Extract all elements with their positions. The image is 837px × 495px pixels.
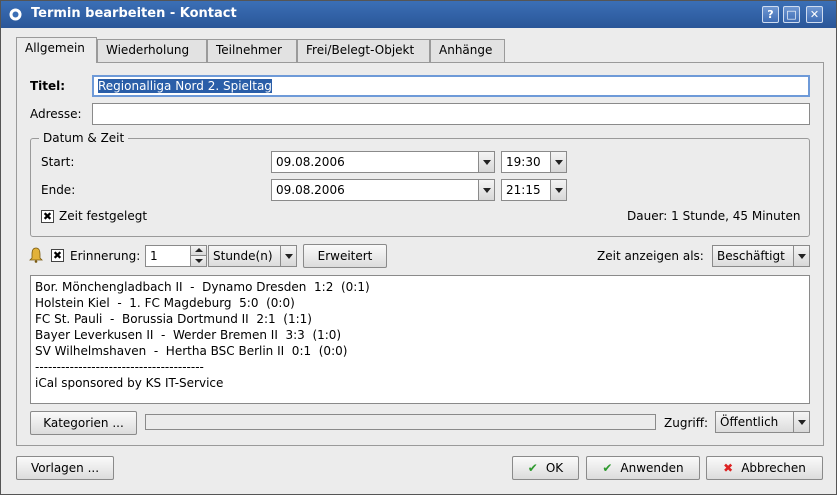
end-time-select[interactable]: 21:15 bbox=[501, 179, 567, 201]
description-line: --------------------------------------- bbox=[35, 360, 204, 374]
description-line: SV Wilhelmshaven - Hertha BSC Berlin II … bbox=[35, 344, 348, 358]
end-date-value: 09.08.2006 bbox=[276, 183, 345, 197]
kontact-app-icon bbox=[9, 8, 22, 21]
show-time-as-label: Zeit anzeigen als: bbox=[597, 249, 704, 263]
chevron-down-icon[interactable] bbox=[550, 180, 566, 200]
start-date-value: 09.08.2006 bbox=[276, 155, 345, 169]
description-line: iCal sponsored by KS IT-Service bbox=[35, 376, 224, 390]
description-textarea[interactable]: Bor. Mönchengladbach II - Dynamo Dresden… bbox=[30, 275, 810, 404]
access-value: Öffentlich bbox=[720, 415, 779, 429]
bell-icon bbox=[29, 247, 43, 263]
description-line: FC St. Pauli - Borussia Dortmund II 2:1 … bbox=[35, 312, 312, 326]
access-label: Zugriff: bbox=[664, 416, 709, 430]
title-label: Titel: bbox=[30, 79, 66, 93]
title-bar[interactable]: Termin bearbeiten - Kontact ? □ ✕ bbox=[1, 1, 836, 28]
apply-button[interactable]: ✔ Anwenden bbox=[586, 456, 700, 480]
fixed-time-label: Zeit festgelegt bbox=[59, 209, 148, 223]
tab-frei-belegt-objekt[interactable]: Frei/Belegt-Objekt bbox=[297, 39, 430, 62]
reminder-label: Erinnerung: bbox=[70, 249, 141, 263]
checkmark-icon: ✔ bbox=[602, 461, 613, 475]
window-title: Termin bearbeiten - Kontact bbox=[31, 6, 237, 21]
tab-wiederholung[interactable]: Wiederholung bbox=[97, 39, 207, 62]
close-window-button[interactable]: ✕ bbox=[806, 6, 823, 23]
start-label: Start: bbox=[41, 155, 75, 169]
address-input[interactable] bbox=[92, 103, 810, 125]
chevron-down-icon[interactable] bbox=[478, 152, 494, 172]
chevron-down-icon[interactable] bbox=[550, 152, 566, 172]
description-line: Holstein Kiel - 1. FC Magdeburg 5:0 (0:0… bbox=[35, 296, 295, 310]
tab-allgemein[interactable]: Allgemein bbox=[16, 37, 97, 63]
spin-up-icon[interactable] bbox=[190, 246, 206, 256]
templates-button[interactable]: Vorlagen ... bbox=[16, 456, 114, 480]
chevron-down-icon[interactable] bbox=[478, 180, 494, 200]
categories-display bbox=[145, 414, 656, 430]
fixed-time-checkbox[interactable]: ✖ bbox=[41, 210, 54, 223]
checkmark-icon: ✔ bbox=[527, 461, 538, 475]
show-time-as-select[interactable]: Beschäftigt bbox=[712, 245, 810, 267]
end-time-value: 21:15 bbox=[506, 183, 541, 197]
address-label: Adresse: bbox=[30, 107, 82, 121]
reminder-amount-spinbox[interactable]: 1 bbox=[145, 245, 207, 267]
datetime-group-title: Datum & Zeit bbox=[39, 131, 129, 145]
spin-down-icon[interactable] bbox=[190, 256, 206, 266]
access-select[interactable]: Öffentlich bbox=[715, 411, 810, 433]
reminder-amount-value: 1 bbox=[150, 249, 158, 263]
cancel-icon: ✖ bbox=[723, 461, 734, 475]
reminder-unit-select[interactable]: Stunde(n) bbox=[208, 245, 297, 267]
chevron-down-icon[interactable] bbox=[793, 412, 809, 432]
apply-label: Anwenden bbox=[620, 461, 684, 475]
chevron-down-icon[interactable] bbox=[793, 246, 809, 266]
ok-button[interactable]: ✔ OK bbox=[512, 456, 579, 480]
start-time-value: 19:30 bbox=[506, 155, 541, 169]
reminder-checkbox[interactable]: ✖ bbox=[51, 249, 64, 262]
tab-anhaenge[interactable]: Anhänge bbox=[430, 39, 505, 62]
end-date-select[interactable]: 09.08.2006 bbox=[271, 179, 495, 201]
reminder-unit-value: Stunde(n) bbox=[213, 249, 273, 263]
categories-button[interactable]: Kategorien ... bbox=[30, 411, 137, 435]
cancel-button[interactable]: ✖ Abbrechen bbox=[706, 456, 823, 480]
title-input[interactable]: Regionalliga Nord 2. Spieltag bbox=[92, 75, 810, 97]
help-button[interactable]: ? bbox=[762, 6, 779, 23]
duration-text: Dauer: 1 Stunde, 45 Minuten bbox=[627, 209, 801, 223]
dialog-window: Termin bearbeiten - Kontact ? □ ✕ Allgem… bbox=[0, 0, 837, 495]
description-line: Bayer Leverkusen II - Werder Bremen II 3… bbox=[35, 328, 342, 342]
start-date-select[interactable]: 09.08.2006 bbox=[271, 151, 495, 173]
title-input-value: Regionalliga Nord 2. Spieltag bbox=[98, 79, 272, 93]
advanced-button[interactable]: Erweitert bbox=[303, 244, 387, 268]
description-line: Bor. Mönchengladbach II - Dynamo Dresden… bbox=[35, 280, 370, 294]
tab-teilnehmer[interactable]: Teilnehmer bbox=[207, 39, 297, 62]
ok-label: OK bbox=[545, 461, 564, 475]
end-label: Ende: bbox=[41, 183, 76, 197]
chevron-down-icon[interactable] bbox=[280, 246, 296, 266]
maximize-button[interactable]: □ bbox=[783, 6, 800, 23]
start-time-select[interactable]: 19:30 bbox=[501, 151, 567, 173]
show-time-as-value: Beschäftigt bbox=[717, 249, 785, 263]
cancel-label: Abbrechen bbox=[741, 461, 806, 475]
